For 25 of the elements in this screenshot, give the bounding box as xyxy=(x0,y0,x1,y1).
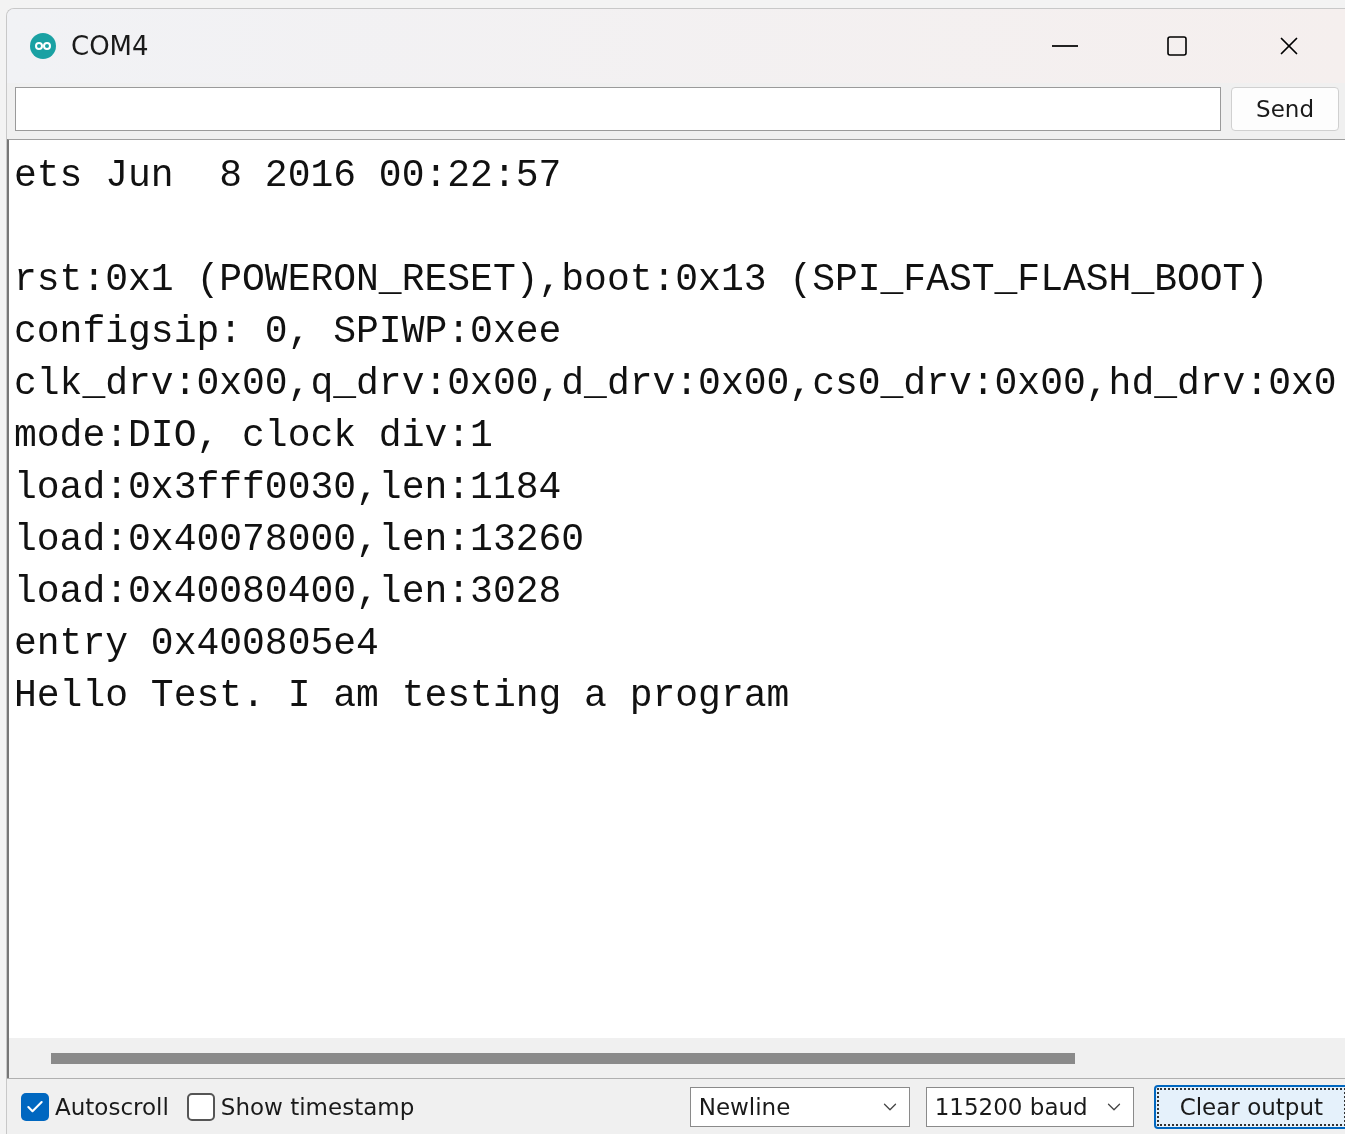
clear-output-button[interactable]: Clear output xyxy=(1153,1085,1345,1129)
checkbox-option[interactable]: Show timestamp xyxy=(186,1093,415,1121)
output-line: mode:DIO, clock div:1 xyxy=(14,413,494,459)
output-line: clk_drv:0x00,q_drv:0x00,d_drv:0x00,cs0_drv:0x00,hd_drv:0x0 xyxy=(14,361,1338,407)
app-logo-icon xyxy=(29,32,57,60)
checkbox[interactable] xyxy=(21,1093,49,1121)
message-input-field[interactable] xyxy=(15,87,1222,131)
output-line: configsip: 0, SPIWP:0xee xyxy=(14,309,563,355)
checkbox[interactable] xyxy=(186,1093,215,1121)
output-line: ets Jun 8 2016 00:22:57 xyxy=(14,153,563,199)
window-title: COM4 xyxy=(71,31,150,61)
output-line: load:0x3fff0030,len:1184 xyxy=(14,465,563,511)
output-line: Hello Test. I am testing a program xyxy=(14,673,791,719)
output-line: rst:0x1 (POWERON_RESET),boot:0x13 (SPI_FAST_FLASH_BOOT) xyxy=(14,257,1270,303)
maximize-icon xyxy=(1165,34,1189,58)
output-line: entry 0x400805e4 xyxy=(14,621,380,667)
dropdown[interactable]: Newline xyxy=(689,1087,910,1127)
output-line: load:0x40078000,len:13260 xyxy=(14,517,586,563)
checkbox-option[interactable]: Autoscroll xyxy=(21,1093,169,1121)
horizontal-scrollbar[interactable] xyxy=(9,1038,1345,1078)
output-line: load:0x40080400,len:3028 xyxy=(14,569,563,615)
dropdown[interactable]: 115200 baud xyxy=(925,1087,1134,1127)
minimize-icon xyxy=(1052,45,1078,47)
send-button[interactable]: Send xyxy=(1231,87,1339,131)
scrollbar-thumb[interactable] xyxy=(51,1052,1075,1064)
